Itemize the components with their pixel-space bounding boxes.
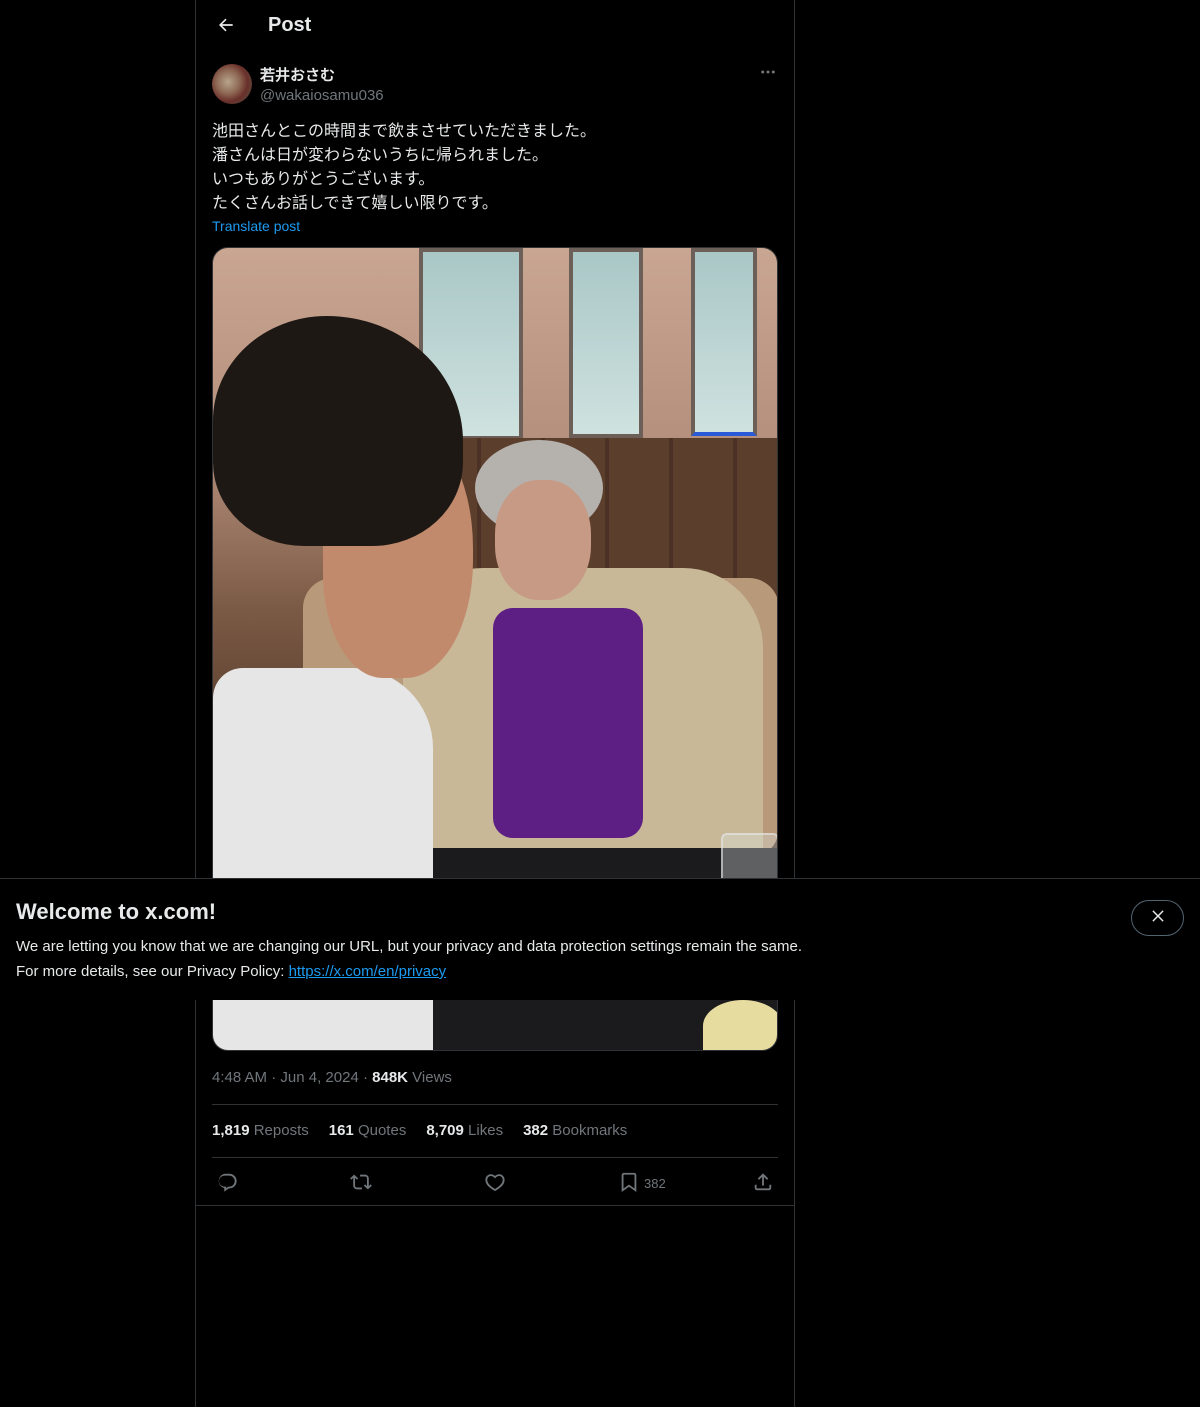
author-display-name[interactable]: 若井おさむ [260,65,335,85]
divider [212,1104,778,1105]
bookmarks-count: 382 [523,1122,549,1139]
post-text: 池田さんとこの時間まで飲まさせていただきました。 潘さんは日が変わらないうちに帰… [212,121,597,212]
post-date[interactable]: Jun 4, 2024 [280,1069,358,1086]
bookmark-button[interactable]: 382 [618,1168,666,1198]
share-button[interactable] [752,1168,774,1198]
close-banner-button[interactable] [1131,900,1184,936]
more-horizontal-icon [759,63,777,85]
bookmark-icon [618,1171,640,1196]
privacy-policy-link[interactable]: https://x.com/en/privacy [289,963,447,980]
url-change-banner: Welcome to x.com! We are letting you kno… [0,878,1200,1000]
author-handle[interactable]: @wakaiosamu036 [260,86,384,106]
banner-line: We are letting you know that we are chan… [16,938,802,955]
quotes-label: Quotes [357,1122,407,1139]
reposts-label: Reposts [253,1122,309,1139]
divider [196,1205,794,1206]
more-button[interactable] [756,62,780,86]
photo-window-panel [691,248,757,436]
post-header: Post [196,0,794,54]
post-column: Post 若井おさむ @wakaiosamu036 池田さんとこの時間まで飲まさ… [195,0,795,1407]
quotes-count: 161 [328,1122,354,1139]
quotes-stat[interactable]: 161 Quotes [329,1119,407,1143]
likes-stat[interactable]: 8,709 Likes [426,1119,503,1143]
divider [212,1157,778,1158]
banner-line: For more details, see our Privacy Policy… [16,959,802,984]
close-icon [1149,907,1167,929]
separator: · [271,1069,277,1086]
back-button[interactable] [208,9,244,45]
bookmarks-stat[interactable]: 382 Bookmarks [523,1119,627,1143]
banner-title: Welcome to x.com! [16,899,217,924]
separator: · [362,1069,368,1086]
banner-body: We are letting you know that we are chan… [16,934,802,984]
banner-line-prefix: For more details, see our Privacy Policy… [16,963,289,980]
post-timestamp: 4:48 AM · Jun 4, 2024 · 848K Views [212,1066,452,1090]
repost-button[interactable] [350,1168,372,1198]
photo-drink [703,1000,777,1050]
engagement-stats: 1,819 Reposts 161 Quotes 8,709 Likes 382… [212,1119,627,1143]
bookmarks-label: Bookmarks [552,1122,628,1139]
reposts-stat[interactable]: 1,819 Reposts [212,1119,309,1143]
arrow-left-icon [216,15,236,39]
bookmark-count: 382 [644,1175,666,1191]
post-time[interactable]: 4:48 AM [212,1069,267,1086]
reposts-count: 1,819 [212,1122,250,1139]
share-icon [752,1171,774,1196]
heart-icon [484,1171,506,1196]
action-bar: 382 [212,1168,778,1198]
page-title: Post [268,14,312,36]
likes-label: Likes [468,1122,504,1139]
repost-icon [350,1171,372,1196]
reply-icon [216,1171,238,1196]
views-label: Views [412,1069,452,1086]
like-button[interactable] [484,1168,506,1198]
likes-count: 8,709 [426,1122,464,1139]
translate-post-link[interactable]: Translate post [212,218,300,234]
photo-person-face [495,480,591,600]
avatar[interactable] [212,64,252,104]
photo-person-shirt [493,608,643,838]
reply-button[interactable] [216,1168,238,1198]
photo-window-panel [569,248,643,438]
views-count: 848K [372,1069,408,1086]
